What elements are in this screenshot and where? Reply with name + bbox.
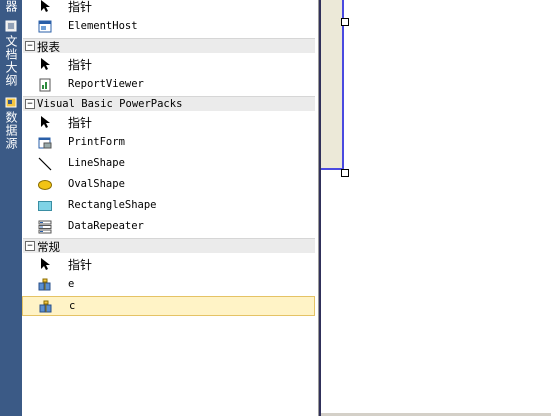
toolbox-item-elementhost[interactable]: ElementHost — [22, 17, 315, 37]
toolbox-item-label: 指针 — [68, 258, 93, 272]
rectangleshape-icon — [38, 201, 52, 211]
toolbox-item-label: DataRepeater — [68, 220, 144, 232]
pointer-icon — [41, 58, 50, 70]
toolbox-item-pointer[interactable]: 指针 — [22, 254, 315, 274]
printform-icon — [38, 137, 52, 149]
component-icon — [38, 278, 51, 291]
side-tab-strip: 器 文档大纲 数据源 — [0, 0, 22, 416]
side-tab-label: 文档大纲 — [4, 35, 18, 87]
toolbox-item-label: LineShape — [68, 157, 125, 169]
toolbox-item-label: OvalShape — [68, 178, 125, 190]
resize-handle-bottom-right[interactable] — [341, 169, 349, 177]
collapse-toggle[interactable]: − — [25, 241, 35, 251]
elementhost-icon — [38, 20, 52, 33]
side-tab-document-outline[interactable]: 文档大纲 — [2, 20, 20, 87]
toolbox-item-label: ReportViewer — [68, 78, 144, 90]
side-tab-data-sources[interactable]: 数据源 — [2, 96, 20, 150]
toolbox-item-label: 指针 — [68, 58, 93, 72]
toolbox-item-label: PrintForm — [68, 136, 125, 148]
collapse-toggle[interactable]: − — [25, 41, 35, 51]
data-sources-icon — [5, 97, 17, 108]
toolbox-category-reports[interactable]: − 报表 — [23, 38, 315, 54]
toolbox-item-reportviewer[interactable]: ReportViewer — [22, 75, 315, 95]
pointer-icon — [41, 0, 50, 12]
toolbox-category-general[interactable]: − 常规 — [23, 238, 315, 254]
toolbox-item-pointer[interactable]: 指针 — [22, 112, 315, 132]
toolbox-item-c[interactable]: c — [22, 296, 315, 316]
side-tab-toolbox[interactable]: 器 — [2, 0, 20, 13]
form-designer-surface[interactable] — [319, 0, 551, 416]
side-tab-label: 数据源 — [4, 111, 18, 150]
toolbox-item-label: ElementHost — [68, 20, 138, 32]
toolbox-item-label: 指针 — [68, 116, 93, 130]
toolbox-category-vb-powerpacks[interactable]: − Visual Basic PowerPacks — [23, 96, 315, 111]
component-icon — [39, 300, 52, 313]
toolbox-item-pointer[interactable]: 指针 — [22, 54, 315, 74]
toolbox-item-label: e — [68, 278, 75, 290]
toolbox-panel: 指针 ElementHost − 报表 指针 ReportViewer − Vi… — [22, 0, 319, 416]
datarepeater-icon — [38, 220, 52, 234]
toolbox-item-rectangleshape[interactable]: RectangleShape — [22, 196, 315, 216]
lineshape-icon — [38, 157, 52, 171]
toolbox-item-label: 指针 — [68, 0, 93, 14]
category-name: Visual Basic PowerPacks — [37, 98, 183, 110]
category-name: 报表 — [37, 40, 60, 54]
ovalshape-icon — [38, 180, 52, 190]
side-tab-label: 器 — [4, 0, 18, 13]
toolbox-item-ovalshape[interactable]: OvalShape — [22, 175, 315, 195]
document-outline-icon — [5, 20, 17, 32]
pointer-icon — [41, 258, 50, 270]
toolbox-item-datarepeater[interactable]: DataRepeater — [22, 217, 315, 237]
toolbox-item-printform[interactable]: PrintForm — [22, 133, 315, 153]
category-name: 常规 — [37, 240, 60, 254]
toolbox-item-label: RectangleShape — [68, 199, 157, 211]
toolbox-item-lineshape[interactable]: LineShape — [22, 154, 315, 174]
toolbox-item-label: c — [69, 300, 76, 312]
pointer-icon — [41, 116, 50, 128]
toolbox-item-pointer[interactable]: 指针 — [22, 0, 315, 16]
reportviewer-icon — [39, 78, 51, 92]
resize-handle-right[interactable] — [341, 18, 349, 26]
toolbox-item-e[interactable]: e — [22, 275, 315, 295]
collapse-toggle[interactable]: − — [25, 99, 35, 109]
